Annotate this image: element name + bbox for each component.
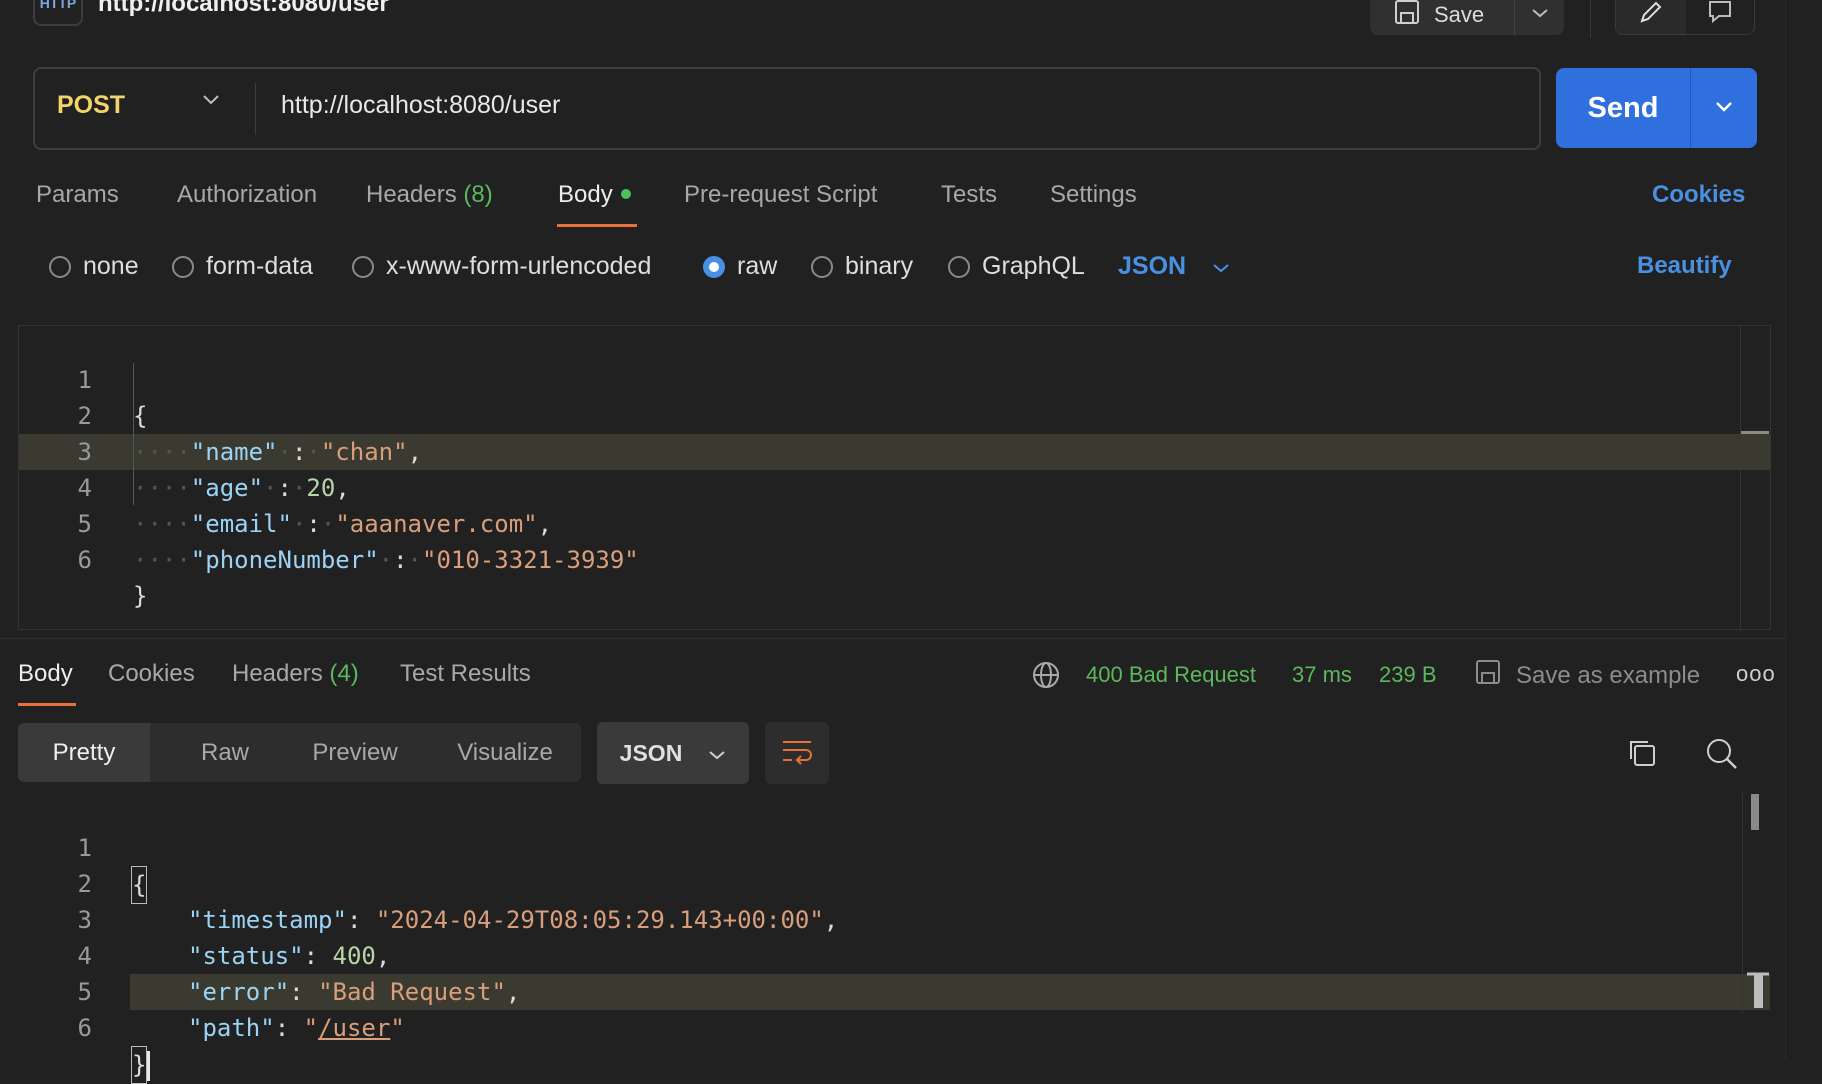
radio-circle (172, 255, 194, 278)
code-line: 6 } (77, 546, 148, 610)
radio-circle (49, 255, 71, 278)
send-options-button[interactable] (1690, 68, 1757, 148)
code-line: 6 } (0, 974, 151, 1084)
code-line: 1 { (77, 366, 148, 430)
edit-button[interactable] (1616, 0, 1686, 34)
tab-headers[interactable]: Headers (8) (366, 181, 493, 209)
tab-tests[interactable]: Tests (941, 181, 997, 209)
radio-circle (948, 255, 970, 278)
text-cursor (147, 1051, 151, 1081)
response-headers-count: (4) (329, 660, 359, 687)
save-button[interactable]: Save (1370, 0, 1514, 35)
save-label: Save (1434, 1, 1485, 27)
chevron-down-icon (1531, 6, 1549, 24)
comments-button[interactable] (1686, 0, 1754, 34)
pencil-icon (1638, 0, 1664, 30)
request-url-bar: POST http://localhost:8080/user (33, 67, 1541, 150)
radio-x-www-form-urlencoded[interactable]: x-www-form-urlencoded (352, 252, 651, 281)
send-button[interactable]: Send (1556, 68, 1690, 148)
response-scroll-thumb[interactable] (1751, 794, 1759, 830)
beautify-button[interactable]: Beautify (1637, 252, 1732, 280)
tab-settings[interactable]: Settings (1050, 181, 1137, 209)
view-pretty[interactable]: Pretty (18, 723, 150, 782)
tab-params[interactable]: Params (36, 181, 119, 209)
code-line: 5 "path": "/user" (77, 978, 405, 1042)
save-options-button[interactable] (1514, 0, 1565, 35)
response-size[interactable]: 239 B (1379, 662, 1437, 688)
method-select[interactable]: POST (57, 91, 125, 120)
raw-format-select[interactable]: JSON (1118, 252, 1230, 281)
response-tab-cookies[interactable]: Cookies (108, 660, 195, 688)
chevron-down-icon (1714, 99, 1734, 118)
radio-circle-selected (703, 255, 725, 278)
comment-icon (1707, 0, 1733, 30)
body-modified-dot (620, 188, 631, 199)
response-time[interactable]: 37 ms (1292, 662, 1352, 688)
code-line: 5 ····"phoneNumber"·:·"010-3321-3939" (77, 510, 639, 574)
code-line: 2 ····"name"·:·"chan", (77, 402, 423, 466)
chevron-down-icon[interactable] (201, 92, 221, 111)
http-request-icon: HTTP (33, 0, 83, 26)
toolbar-divider (1590, 0, 1591, 38)
response-tab-body[interactable]: Body (18, 660, 73, 688)
radio-form-data[interactable]: form-data (172, 252, 313, 281)
view-mode-group: Pretty Raw Preview Visualize (18, 723, 581, 782)
request-title[interactable]: http://localhost:8080/user (98, 0, 389, 18)
response-tab-headers[interactable]: Headers (4) (232, 660, 359, 688)
save-button-group: Save (1370, 0, 1564, 35)
scroll-end-marker (1747, 972, 1769, 1008)
radio-binary[interactable]: binary (811, 252, 913, 281)
code-line: 4 "error": "Bad Request", (77, 942, 521, 1006)
globe-icon[interactable] (1031, 660, 1061, 695)
method-divider (255, 83, 256, 135)
url-input[interactable]: http://localhost:8080/user (281, 91, 560, 120)
code-line: 2 "timestamp": "2024-04-29T08:05:29.143+… (77, 870, 839, 934)
search-icon[interactable] (1705, 737, 1739, 776)
wrap-lines-icon (780, 737, 814, 770)
copy-icon[interactable] (1626, 737, 1658, 774)
code-line: 3 ····"age"·:·20, (77, 438, 350, 502)
radio-raw[interactable]: raw (703, 252, 777, 281)
radio-none[interactable]: none (49, 252, 139, 281)
radio-graphql[interactable]: GraphQL (948, 252, 1085, 281)
tab-pre-request-script[interactable]: Pre-request Script (684, 181, 877, 209)
code-line: 1 { (0, 794, 148, 904)
more-options-icon[interactable]: ooo (1736, 661, 1776, 687)
editor-scrollbar[interactable] (1740, 326, 1771, 629)
wrap-lines-button[interactable] (765, 722, 829, 784)
pane-edge (1785, 0, 1786, 1060)
chevron-down-icon (708, 740, 726, 767)
active-tab-indicator (557, 224, 637, 227)
tab-body[interactable]: Body (558, 181, 631, 209)
active-response-tab-indicator (18, 703, 76, 706)
view-visualize[interactable]: Visualize (430, 723, 580, 782)
response-status[interactable]: 400 Bad Request (1086, 662, 1256, 688)
response-tab-test-results[interactable]: Test Results (400, 660, 531, 688)
response-scroll-track[interactable] (1742, 793, 1743, 1013)
radio-circle (811, 255, 833, 278)
view-raw[interactable]: Raw (150, 723, 300, 782)
code-line: 4 ····"email"·:·"aaanaver.com", (77, 474, 553, 538)
floppy-disk-icon (1474, 658, 1502, 693)
radio-circle (352, 255, 374, 278)
response-format-select[interactable]: JSON (597, 722, 749, 784)
headers-count: (8) (463, 181, 493, 208)
path-link[interactable]: /user (318, 1014, 390, 1042)
chevron-down-icon (1212, 252, 1230, 281)
cookies-link[interactable]: Cookies (1652, 181, 1745, 209)
view-preview[interactable]: Preview (280, 723, 430, 782)
save-as-example-button[interactable]: Save as example (1474, 658, 1700, 693)
side-icon-group (1615, 0, 1755, 35)
floppy-disk-icon (1394, 0, 1420, 31)
code-line: 3 "status": 400, (77, 906, 391, 970)
section-divider (0, 638, 1785, 639)
tab-authorization[interactable]: Authorization (177, 181, 317, 209)
